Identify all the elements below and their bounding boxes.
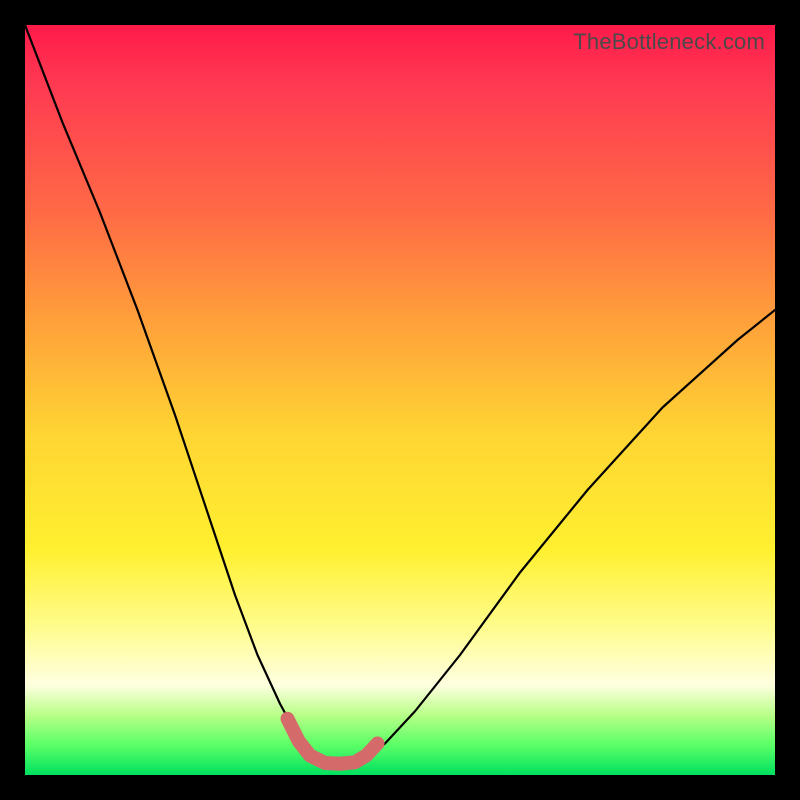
series-valley-highlight xyxy=(288,719,378,764)
series-bottleneck-curve xyxy=(25,25,775,765)
chart-svg xyxy=(25,25,775,775)
watermark-text: TheBottleneck.com xyxy=(573,29,765,55)
chart-frame: TheBottleneck.com xyxy=(25,25,775,775)
